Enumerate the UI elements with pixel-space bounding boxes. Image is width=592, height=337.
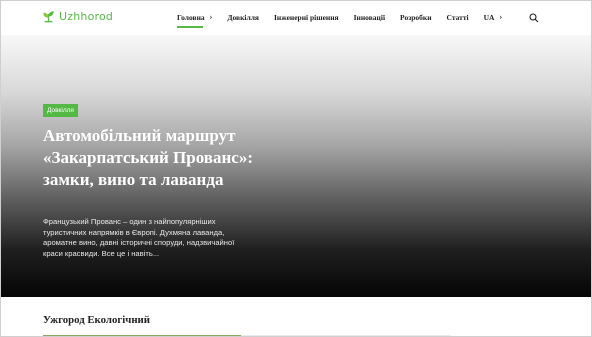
site-header: Uzhhorod Головна › Довкілля Інженерні рі… <box>1 1 591 35</box>
category-badge[interactable]: Довкілля <box>43 104 78 117</box>
hero-description: Французький Прованс – один з найпопулярн… <box>43 217 235 259</box>
leaf-icon <box>43 11 54 23</box>
section-title: Ужгород Екологічний <box>43 314 151 326</box>
section-uzhhorod-ecological: Ужгород Екологічний <box>1 297 591 336</box>
language-switcher[interactable]: UA › <box>483 12 503 23</box>
search-icon[interactable] <box>529 13 539 23</box>
nav-label: Статті <box>446 13 469 22</box>
nav-label: UA <box>483 13 495 22</box>
site-logo[interactable]: Uzhhorod <box>42 10 113 23</box>
nav-label: Інновації <box>353 13 386 22</box>
nav-item-engineering[interactable]: Інженерні рішення <box>274 13 339 22</box>
nav-item-developments[interactable]: Розробки <box>400 13 431 22</box>
page: Uzhhorod Головна › Довкілля Інженерні рі… <box>0 0 592 337</box>
hero-title[interactable]: Автомобільний маршрут «Закарпатський Про… <box>43 125 268 191</box>
nav-label: Інженерні рішення <box>273 13 339 22</box>
chevron-right-icon: › <box>209 12 213 21</box>
nav-item-innovations[interactable]: Інновації <box>354 13 385 22</box>
nav-label: Розробки <box>400 13 432 22</box>
chevron-right-icon: › <box>499 12 503 21</box>
active-underline <box>177 26 203 28</box>
main-nav: Головна › Довкілля Інженерні рішення Інн… <box>177 12 503 28</box>
nav-item-articles[interactable]: Статті <box>447 13 469 22</box>
nav-label: Головна <box>177 13 205 22</box>
nav-item-home[interactable]: Головна › <box>177 12 213 28</box>
logo-text: Uzhhorod <box>59 10 114 23</box>
nav-item-environment[interactable]: Довкілля <box>227 13 259 22</box>
nav-label: Довкілля <box>227 13 259 22</box>
